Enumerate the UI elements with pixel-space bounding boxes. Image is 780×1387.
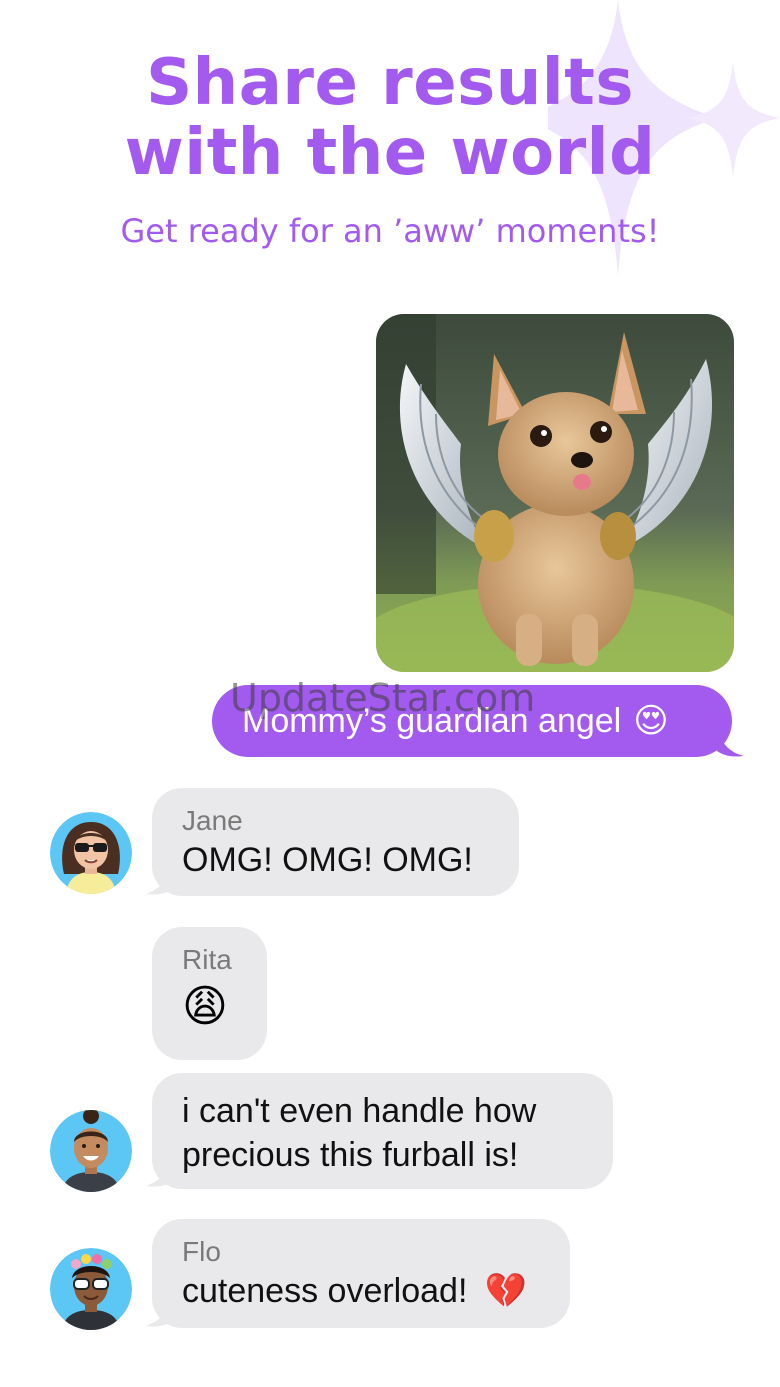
heart-eyes-emoji: 😍	[633, 702, 669, 740]
message-bubble-jane[interactable]: Jane OMG! OMG! OMG!	[152, 788, 519, 896]
broken-heart-emoji: 💔	[484, 1272, 528, 1310]
title-line-1: Share results	[146, 46, 634, 120]
avatar-man-bun[interactable]	[50, 1110, 132, 1192]
watermark: UpdateStar.com	[230, 676, 536, 720]
avatar-flo[interactable]	[50, 1248, 132, 1330]
message-bubble-furball[interactable]: i can't even handle how precious this fu…	[152, 1073, 613, 1189]
message-text: OMG! OMG! OMG!	[182, 841, 473, 879]
page-subtitle: Get ready for an ’aww’ moments!	[120, 212, 660, 250]
message-bubble-rita[interactable]: Rita 😩	[152, 927, 267, 1060]
dog-angel-image[interactable]	[376, 314, 734, 672]
message-text-line-2: precious this furball is!	[182, 1136, 519, 1174]
message-bubble-flo[interactable]: Flo cuteness overload! 💔	[152, 1219, 570, 1328]
weary-face-emoji: 😩	[182, 982, 228, 1031]
title-line-2: with the world	[124, 116, 656, 190]
message-text-row: cuteness overload! 💔	[182, 1269, 540, 1313]
page-title: Share results with the world	[0, 48, 780, 188]
sender-name: Rita	[182, 944, 232, 975]
sender-name: Jane	[182, 805, 243, 836]
message-text-line-1: i can't even handle how	[182, 1092, 537, 1130]
sender-name: Flo	[182, 1236, 221, 1267]
message-text: cuteness overload!	[182, 1272, 468, 1310]
avatar-jane[interactable]	[50, 812, 132, 894]
